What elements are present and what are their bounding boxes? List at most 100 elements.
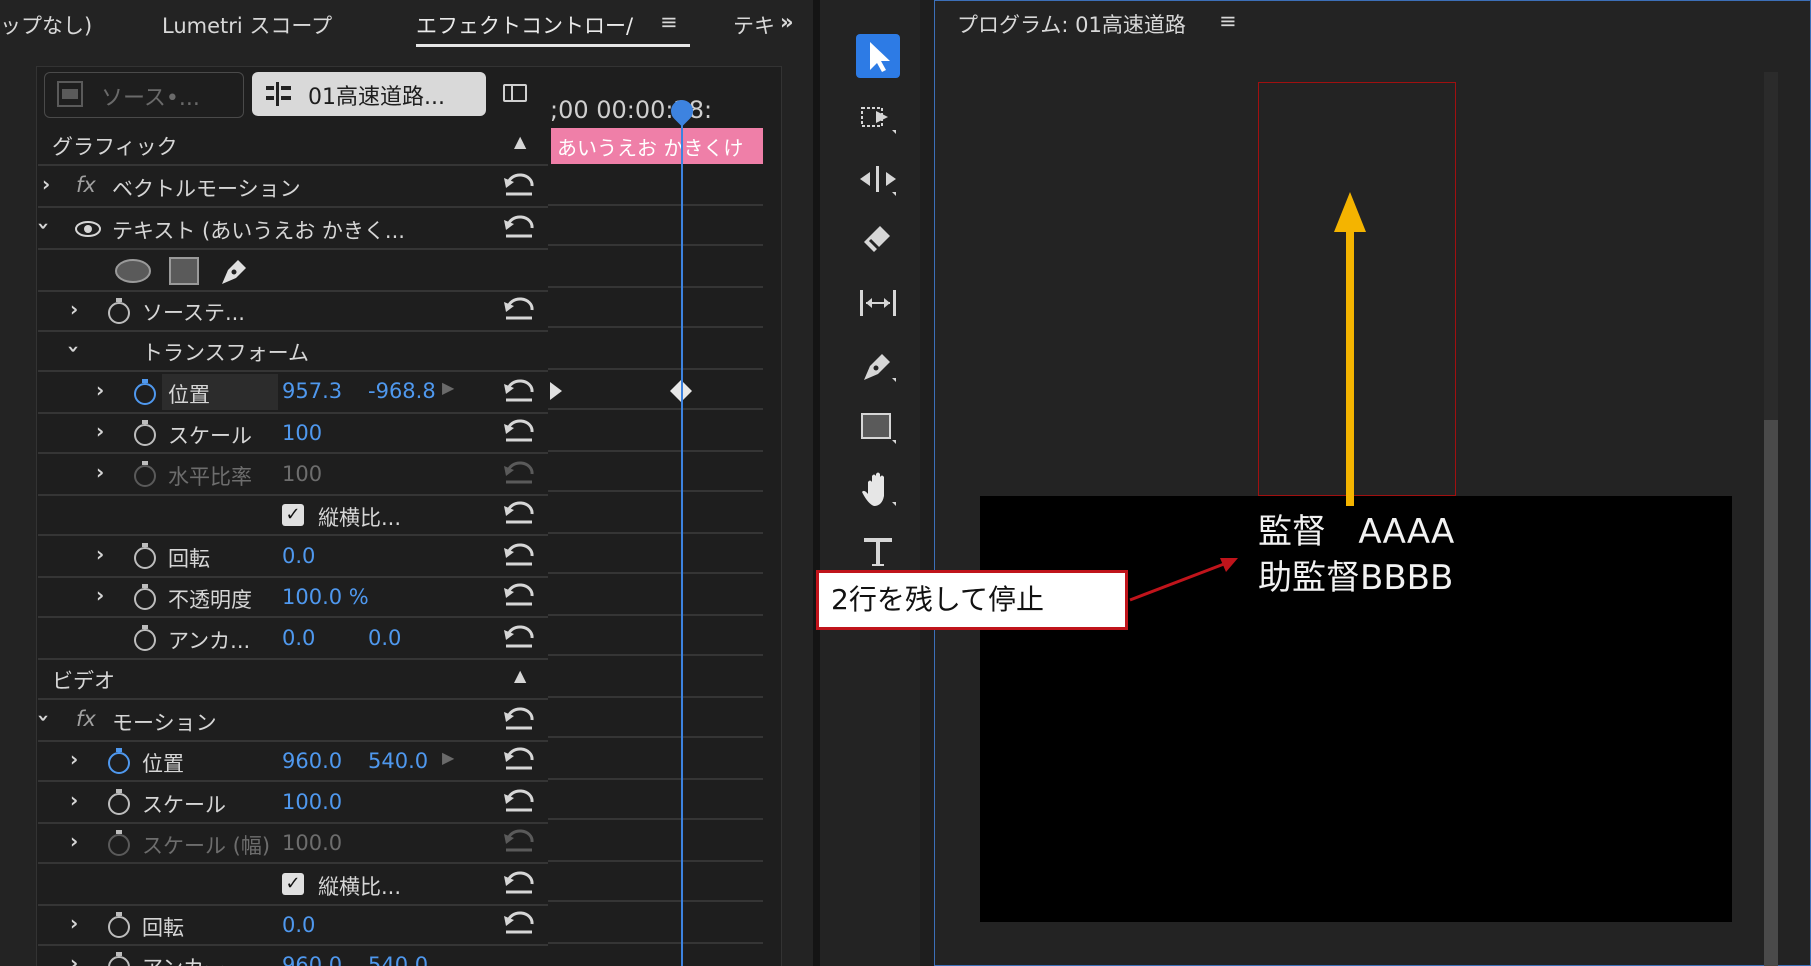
- playhead[interactable]: [681, 104, 683, 966]
- position-y-value[interactable]: -968.8: [368, 379, 436, 403]
- type-tool-icon[interactable]: [856, 530, 900, 574]
- prop-motion-uniform-scale[interactable]: ✓ 縦横比...: [38, 864, 548, 906]
- ripple-edit-tool-icon[interactable]: [856, 158, 900, 202]
- chevron-down-icon[interactable]: ›: [62, 345, 86, 353]
- position-y-value[interactable]: 540.0: [368, 749, 428, 773]
- stopwatch-icon[interactable]: [134, 625, 156, 651]
- reset-icon[interactable]: [502, 296, 536, 324]
- next-keyframe-icon[interactable]: ▶: [442, 748, 454, 767]
- prop-position[interactable]: › 位置 957.3 -968.8 ▶: [38, 372, 548, 414]
- sequence-clip-button[interactable]: 01高速道路...: [252, 72, 486, 116]
- slip-tool-icon[interactable]: [856, 282, 900, 326]
- stopwatch-icon[interactable]: [134, 379, 156, 405]
- chevron-right-icon[interactable]: ›: [70, 747, 78, 771]
- stopwatch-icon[interactable]: [134, 584, 156, 610]
- chevron-right-icon[interactable]: ›: [96, 583, 104, 607]
- chevron-right-icon[interactable]: ›: [70, 911, 78, 935]
- reset-icon[interactable]: [502, 870, 536, 898]
- reset-icon[interactable]: [502, 706, 536, 734]
- pen-tool-icon[interactable]: [856, 344, 900, 388]
- effect-vector-motion[interactable]: › fx ベクトルモーション: [38, 166, 548, 208]
- reset-icon[interactable]: [502, 500, 536, 528]
- rectangle-tool-icon[interactable]: [856, 406, 900, 450]
- prop-anchor[interactable]: アンカ... 0.0 0.0: [38, 618, 548, 660]
- chevron-right-icon[interactable]: ›: [96, 419, 104, 443]
- pen-mask-icon[interactable]: [216, 254, 250, 288]
- rotation-value[interactable]: 0.0: [282, 544, 315, 568]
- graphic-clip[interactable]: あいうえお かきくけ: [551, 128, 763, 164]
- tab-effect-controls[interactable]: エフェクトコントロー/: [416, 10, 633, 40]
- eye-icon[interactable]: [74, 220, 102, 238]
- reset-icon[interactable]: [502, 582, 536, 610]
- tab-text[interactable]: テキ: [733, 10, 775, 40]
- chevron-right-icon: ›: [96, 460, 105, 484]
- prop-scale[interactable]: › スケール 100: [38, 414, 548, 454]
- prop-motion-scale[interactable]: › スケール 100.0: [38, 782, 548, 824]
- effect-motion[interactable]: › fx モーション: [32, 700, 548, 742]
- scale-value[interactable]: 100.0: [282, 790, 342, 814]
- anchor-x-value[interactable]: 0.0: [282, 626, 315, 650]
- tabs-overflow-icon[interactable]: »: [780, 10, 794, 34]
- uniform-scale-checkbox[interactable]: ✓: [282, 873, 304, 895]
- track-select-tool-icon[interactable]: [856, 96, 900, 140]
- chevron-right-icon[interactable]: ›: [96, 378, 104, 402]
- prop-opacity[interactable]: › 不透明度 100.0 %: [38, 578, 548, 618]
- chevron-right-icon[interactable]: ›: [70, 788, 78, 812]
- chevron-right-icon[interactable]: ›: [96, 542, 104, 566]
- uniform-scale-checkbox[interactable]: ✓: [282, 504, 304, 526]
- reset-icon[interactable]: [502, 788, 536, 816]
- stopwatch-icon[interactable]: [134, 420, 156, 446]
- rectangle-mask-icon[interactable]: [168, 256, 200, 286]
- collapse-up-icon[interactable]: ▲: [514, 666, 526, 685]
- tab-lumetri-scopes[interactable]: Lumetri スコープ: [162, 10, 332, 40]
- chevron-right-icon[interactable]: ›: [70, 951, 78, 966]
- tab-captions[interactable]: ップなし): [0, 10, 92, 40]
- chevron-right-icon[interactable]: ›: [42, 172, 50, 196]
- scale-value[interactable]: 100: [282, 421, 322, 445]
- prop-source-text[interactable]: › ソーステ...: [38, 292, 548, 332]
- group-transform[interactable]: › トランスフォーム: [38, 332, 548, 372]
- reset-icon[interactable]: [502, 624, 536, 652]
- source-clip-button[interactable]: ソース•...: [44, 72, 244, 118]
- prop-motion-rotation[interactable]: › 回転 0.0: [38, 906, 548, 946]
- toggle-timeline-icon[interactable]: [503, 84, 527, 102]
- stopwatch-icon[interactable]: [108, 748, 130, 774]
- position-x-value[interactable]: 957.3: [282, 379, 342, 403]
- chevron-down-icon[interactable]: ›: [32, 714, 56, 722]
- position-x-value[interactable]: 960.0: [282, 749, 342, 773]
- prop-motion-position[interactable]: › 位置 960.0 540.0 ▶: [38, 742, 548, 782]
- stopwatch-icon[interactable]: [108, 298, 130, 324]
- anchor-y-value[interactable]: 0.0: [368, 626, 401, 650]
- opacity-value[interactable]: 100.0 %: [282, 585, 369, 609]
- prop-uniform-scale[interactable]: ✓ 縦横比...: [38, 496, 548, 536]
- panel-menu-icon[interactable]: ≡: [1219, 9, 1237, 33]
- reset-icon[interactable]: [502, 214, 536, 242]
- reset-icon[interactable]: [502, 910, 536, 938]
- reset-icon[interactable]: [502, 542, 536, 570]
- reset-icon[interactable]: [502, 418, 536, 446]
- anchor-y-value[interactable]: 540.0: [368, 953, 428, 966]
- reset-icon[interactable]: [502, 746, 536, 774]
- keyframe-nav-icon[interactable]: [548, 380, 568, 402]
- stopwatch-icon[interactable]: [108, 912, 130, 938]
- reset-icon[interactable]: [502, 172, 536, 200]
- hand-tool-icon[interactable]: [856, 468, 900, 512]
- rotation-value[interactable]: 0.0: [282, 913, 315, 937]
- tab-menu-icon[interactable]: ≡: [660, 10, 678, 34]
- anchor-x-value[interactable]: 960.0: [282, 953, 342, 966]
- chevron-down-icon[interactable]: ›: [32, 222, 56, 230]
- selection-tool-icon[interactable]: [856, 34, 900, 78]
- prop-rotation[interactable]: › 回転 0.0: [38, 536, 548, 578]
- chevron-right-icon[interactable]: ›: [70, 297, 78, 321]
- ellipse-mask-icon[interactable]: [114, 258, 152, 284]
- prop-motion-anchor[interactable]: › アンカー 960.0 540.0: [38, 946, 548, 966]
- collapse-up-icon[interactable]: ▲: [514, 132, 526, 151]
- razor-tool-icon[interactable]: [856, 220, 900, 264]
- stopwatch-icon[interactable]: [134, 543, 156, 569]
- next-keyframe-icon[interactable]: ▶: [442, 378, 454, 397]
- effect-text-layer[interactable]: › テキスト (あいうえお かきく...: [32, 208, 548, 250]
- stopwatch-icon[interactable]: [108, 789, 130, 815]
- monitor-scrollbar-thumb[interactable]: [1764, 420, 1778, 966]
- reset-icon[interactable]: [502, 378, 536, 406]
- stopwatch-icon[interactable]: [108, 952, 130, 966]
